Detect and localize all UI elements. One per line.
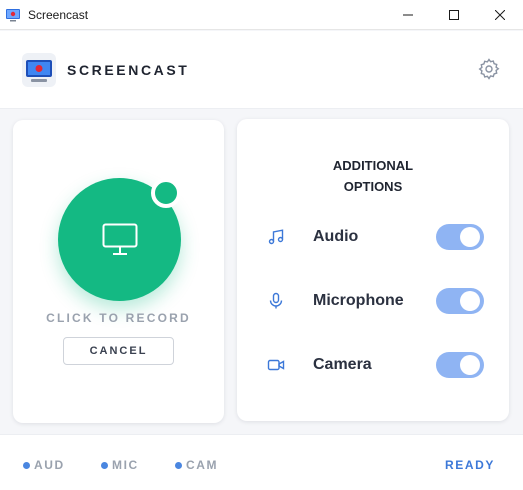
cancel-button[interactable]: CANCEL [63,337,174,365]
audio-toggle[interactable] [436,224,484,250]
status-indicator-camera: CAM [175,458,218,472]
microphone-icon [269,292,283,309]
toggle-knob [460,291,480,311]
brand-name: SCREENCAST [67,62,190,78]
ready-status: READY [445,458,496,472]
options-title-line2: OPTIONS [343,179,403,194]
status-indicator-audio: AUD [23,458,65,472]
music-note-icon [268,229,284,245]
status-indicator-label: MIC [112,458,139,472]
video-camera-icon [267,359,285,371]
gear-icon [478,58,500,80]
minimize-icon [403,14,413,16]
option-label-microphone: Microphone [313,292,404,309]
title-bar: Screencast [0,0,523,30]
window-title: Screencast [28,8,89,22]
option-label-audio: Audio [313,228,359,245]
option-row-camera: Camera [237,350,509,380]
screencast-logo-icon [22,53,56,87]
toggle-knob [460,227,480,247]
options-title-line1: ADDITIONAL [332,158,414,173]
option-row-audio: Audio [237,222,509,252]
maximize-button[interactable] [431,0,477,30]
status-dot [101,461,108,469]
screencast-window: Screencast SCREENCAST CLICK TO RECORD CA… [0,0,523,490]
app-icon [6,9,20,22]
settings-button[interactable] [477,57,501,81]
record-indicator-dot [151,178,181,208]
status-footer: AUD MIC CAM READY [0,434,523,490]
app-header: SCREENCAST [0,31,523,109]
maximize-icon [449,10,459,20]
close-button[interactable] [477,0,523,30]
record-label: CLICK TO RECORD [46,311,191,325]
toggle-knob [460,355,480,375]
status-indicator-label: CAM [186,458,219,472]
option-row-microphone: Microphone [237,286,509,316]
option-label-camera: Camera [313,356,372,373]
close-icon [495,10,505,20]
status-dot [175,461,182,469]
monitor-icon [102,223,137,255]
minimize-button[interactable] [385,0,431,30]
camera-toggle[interactable] [436,352,484,378]
status-dot [23,461,30,469]
record-control [58,178,181,301]
microphone-toggle[interactable] [436,288,484,314]
status-indicator-label: AUD [34,458,65,472]
status-indicator-microphone: MIC [101,458,139,472]
options-title: ADDITIONAL OPTIONS [237,155,509,197]
